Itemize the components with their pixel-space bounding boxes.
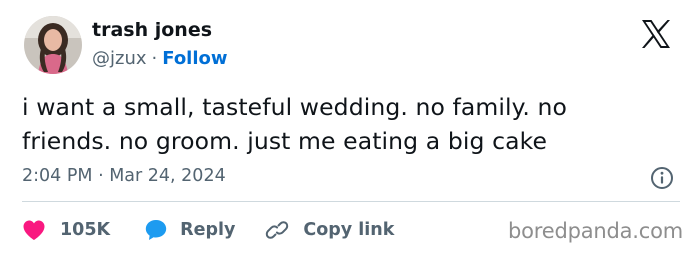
author-handle-row: @jzux · Follow	[92, 48, 228, 69]
reply-button[interactable]: Reply	[144, 218, 235, 242]
copy-link-button[interactable]: Copy link	[265, 218, 394, 242]
like-button[interactable]: 105K	[22, 219, 110, 241]
reply-bubble-icon	[145, 220, 167, 240]
heart-icon	[23, 220, 45, 240]
info-icon[interactable]	[650, 166, 674, 190]
author-handle[interactable]: @jzux	[92, 48, 147, 69]
link-icon	[266, 221, 289, 239]
author-name[interactable]: trash jones	[92, 19, 212, 41]
avatar[interactable]	[24, 16, 82, 74]
copy-link-label: Copy link	[303, 220, 395, 240]
tweet-timestamp[interactable]: 2:04 PM · Mar 24, 2024	[22, 166, 226, 186]
follow-button[interactable]: Follow	[162, 48, 227, 69]
tweet-text-line-1: i want a small, tasteful wedding. no fam…	[22, 93, 567, 121]
avatar-photo	[24, 16, 82, 74]
action-bar: 105K Reply Copy link	[22, 216, 394, 244]
tweet-text-line-2: friends. no groom. just me eating a big …	[22, 127, 548, 155]
tweet-card: trash jones @jzux · Follow i want a small,…	[0, 0, 700, 256]
tweet-text: i want a small, tasteful wedding. no fam…	[22, 90, 672, 158]
handle-separator: ·	[151, 48, 158, 69]
x-logo-icon[interactable]	[640, 18, 672, 50]
watermark: boredpanda.com	[508, 219, 684, 243]
reply-label: Reply	[180, 220, 236, 240]
like-count: 105K	[60, 220, 111, 240]
divider	[22, 201, 680, 202]
